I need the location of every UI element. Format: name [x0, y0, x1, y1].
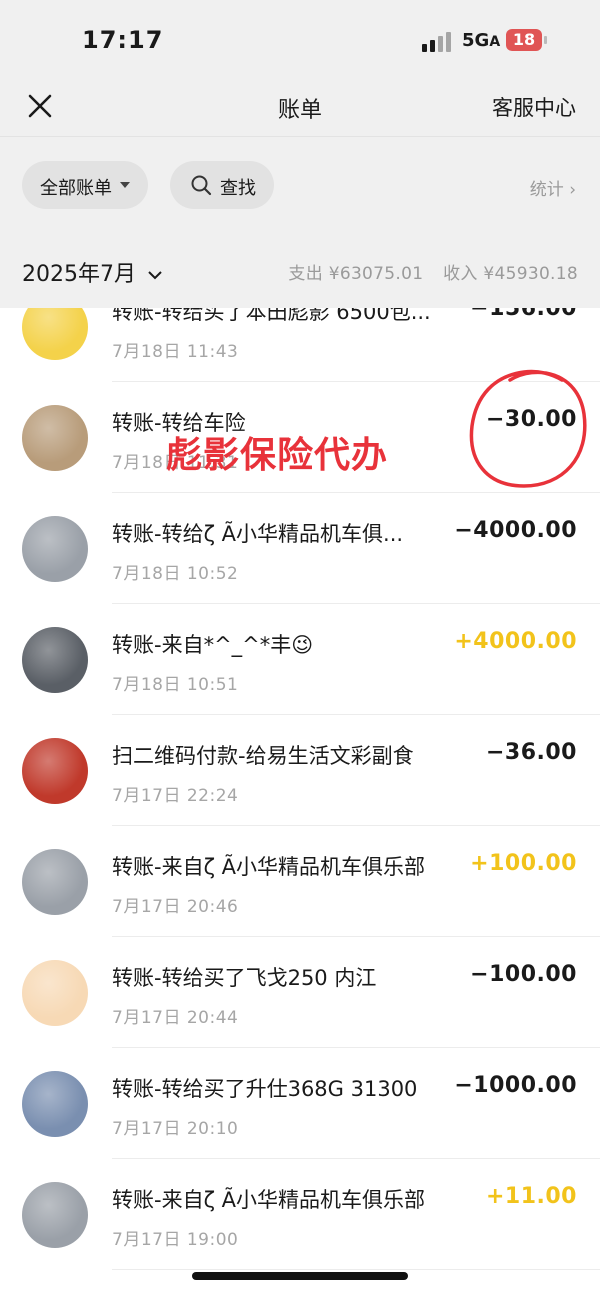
- month-label: 2025年7月: [22, 262, 136, 287]
- avatar: [22, 738, 88, 804]
- transaction-amount: +11.00: [485, 1184, 577, 1209]
- transaction-time: 7月17日 20:44: [112, 1008, 239, 1028]
- transaction-row[interactable]: 转账-来自ζ Ã小华精品机车俱乐部 7月17日 20:46 +100.00: [0, 826, 600, 937]
- transaction-amount: +100.00: [470, 851, 577, 876]
- annotation-text: 彪影保险代办: [166, 435, 389, 476]
- avatar: [22, 1071, 88, 1137]
- search-icon: [191, 175, 212, 196]
- transaction-amount: −156.00: [470, 308, 577, 321]
- all-bills-label: 全部账单: [40, 178, 112, 199]
- transaction-title: 转账-转给买了飞戈250 内江: [112, 966, 377, 990]
- chevron-down-icon: [148, 271, 162, 280]
- nav-bar: 账单 客服中心: [0, 80, 600, 136]
- avatar: [22, 405, 88, 471]
- transaction-row[interactable]: 转账-来自ζ Ã小华精品机车俱乐部 7月17日 19:00 +11.00: [0, 1159, 600, 1270]
- transaction-title: 转账-转给买了本田彪影 6500包...: [112, 308, 431, 324]
- transaction-title: 转账-转给买了升仕368G 31300: [112, 1077, 418, 1101]
- month-summary-bar: 2025年7月 支出 ¥63075.01 收入 ¥45930.18: [0, 232, 600, 308]
- transaction-title: 转账-来自*^_^*丰😉: [112, 633, 314, 657]
- transaction-time: 7月18日 11:43: [112, 342, 239, 362]
- transaction-row[interactable]: 转账-转给买了飞戈250 内江 7月17日 20:44 −100.00: [0, 937, 600, 1048]
- search-button[interactable]: 查找: [170, 161, 274, 209]
- income-total: 收入 ¥45930.18: [443, 264, 578, 284]
- battery-tip: [544, 36, 547, 44]
- network-indicator: 5GA: [462, 30, 501, 51]
- all-bills-dropdown[interactable]: 全部账单: [22, 161, 148, 209]
- month-totals: 支出 ¥63075.01 收入 ¥45930.18: [288, 259, 578, 284]
- transaction-title: 扫二维码付款-给易生活文彩副食: [112, 744, 414, 768]
- status-time: 17:17: [82, 26, 164, 54]
- annotation-circle: [469, 369, 587, 488]
- battery-icon: 18: [506, 29, 542, 51]
- customer-service-link[interactable]: 客服中心: [492, 92, 576, 122]
- transaction-amount: −4000.00: [454, 518, 577, 543]
- home-indicator[interactable]: [192, 1272, 408, 1280]
- caret-down-icon: [120, 182, 130, 188]
- month-selector[interactable]: 2025年7月: [22, 256, 163, 288]
- transaction-time: 7月18日 10:52: [112, 564, 239, 584]
- avatar: [22, 627, 88, 693]
- avatar: [22, 849, 88, 915]
- search-label: 查找: [220, 178, 256, 199]
- avatar: [22, 308, 88, 360]
- transaction-title: 转账-来自ζ Ã小华精品机车俱乐部: [112, 1188, 426, 1212]
- transaction-time: 7月17日 20:46: [112, 897, 239, 917]
- transaction-time: 7月17日 22:24: [112, 786, 239, 806]
- transaction-amount: −100.00: [470, 962, 577, 987]
- transaction-amount: −36.00: [485, 740, 577, 765]
- row-divider: [112, 1269, 600, 1270]
- transaction-title: 转账-来自ζ Ã小华精品机车俱乐部: [112, 855, 426, 879]
- filter-bar: 全部账单 查找 统计 ›: [0, 136, 600, 233]
- avatar: [22, 1182, 88, 1248]
- status-bar: 17:17 5GA 18: [0, 0, 600, 80]
- transaction-time: 7月17日 20:10: [112, 1119, 239, 1139]
- transaction-list: 转账-转给买了本田彪影 6500包... 7月18日 11:43 −156.00…: [0, 308, 600, 1300]
- transaction-row[interactable]: 转账-来自*^_^*丰😉 7月18日 10:51 +4000.00: [0, 604, 600, 715]
- transaction-time: 7月18日 10:51: [112, 675, 239, 695]
- transaction-row[interactable]: 转账-转给买了升仕368G 31300 7月17日 20:10 −1000.00: [0, 1048, 600, 1159]
- avatar: [22, 960, 88, 1026]
- transaction-time: 7月17日 19:00: [112, 1230, 239, 1250]
- expense-total: 支出 ¥63075.01: [288, 264, 424, 284]
- transaction-title: 转账-转给ζ Ã小华精品机车俱...: [112, 522, 404, 546]
- transaction-amount: −1000.00: [454, 1073, 577, 1098]
- transaction-row[interactable]: 扫二维码付款-给易生活文彩副食 7月17日 22:24 −36.00: [0, 715, 600, 826]
- signal-icon: [422, 32, 454, 52]
- transaction-amount: +4000.00: [454, 629, 577, 654]
- statistics-link[interactable]: 统计 ›: [530, 175, 576, 200]
- transaction-row[interactable]: 转账-转给ζ Ã小华精品机车俱... 7月18日 10:52 −4000.00: [0, 493, 600, 604]
- avatar: [22, 516, 88, 582]
